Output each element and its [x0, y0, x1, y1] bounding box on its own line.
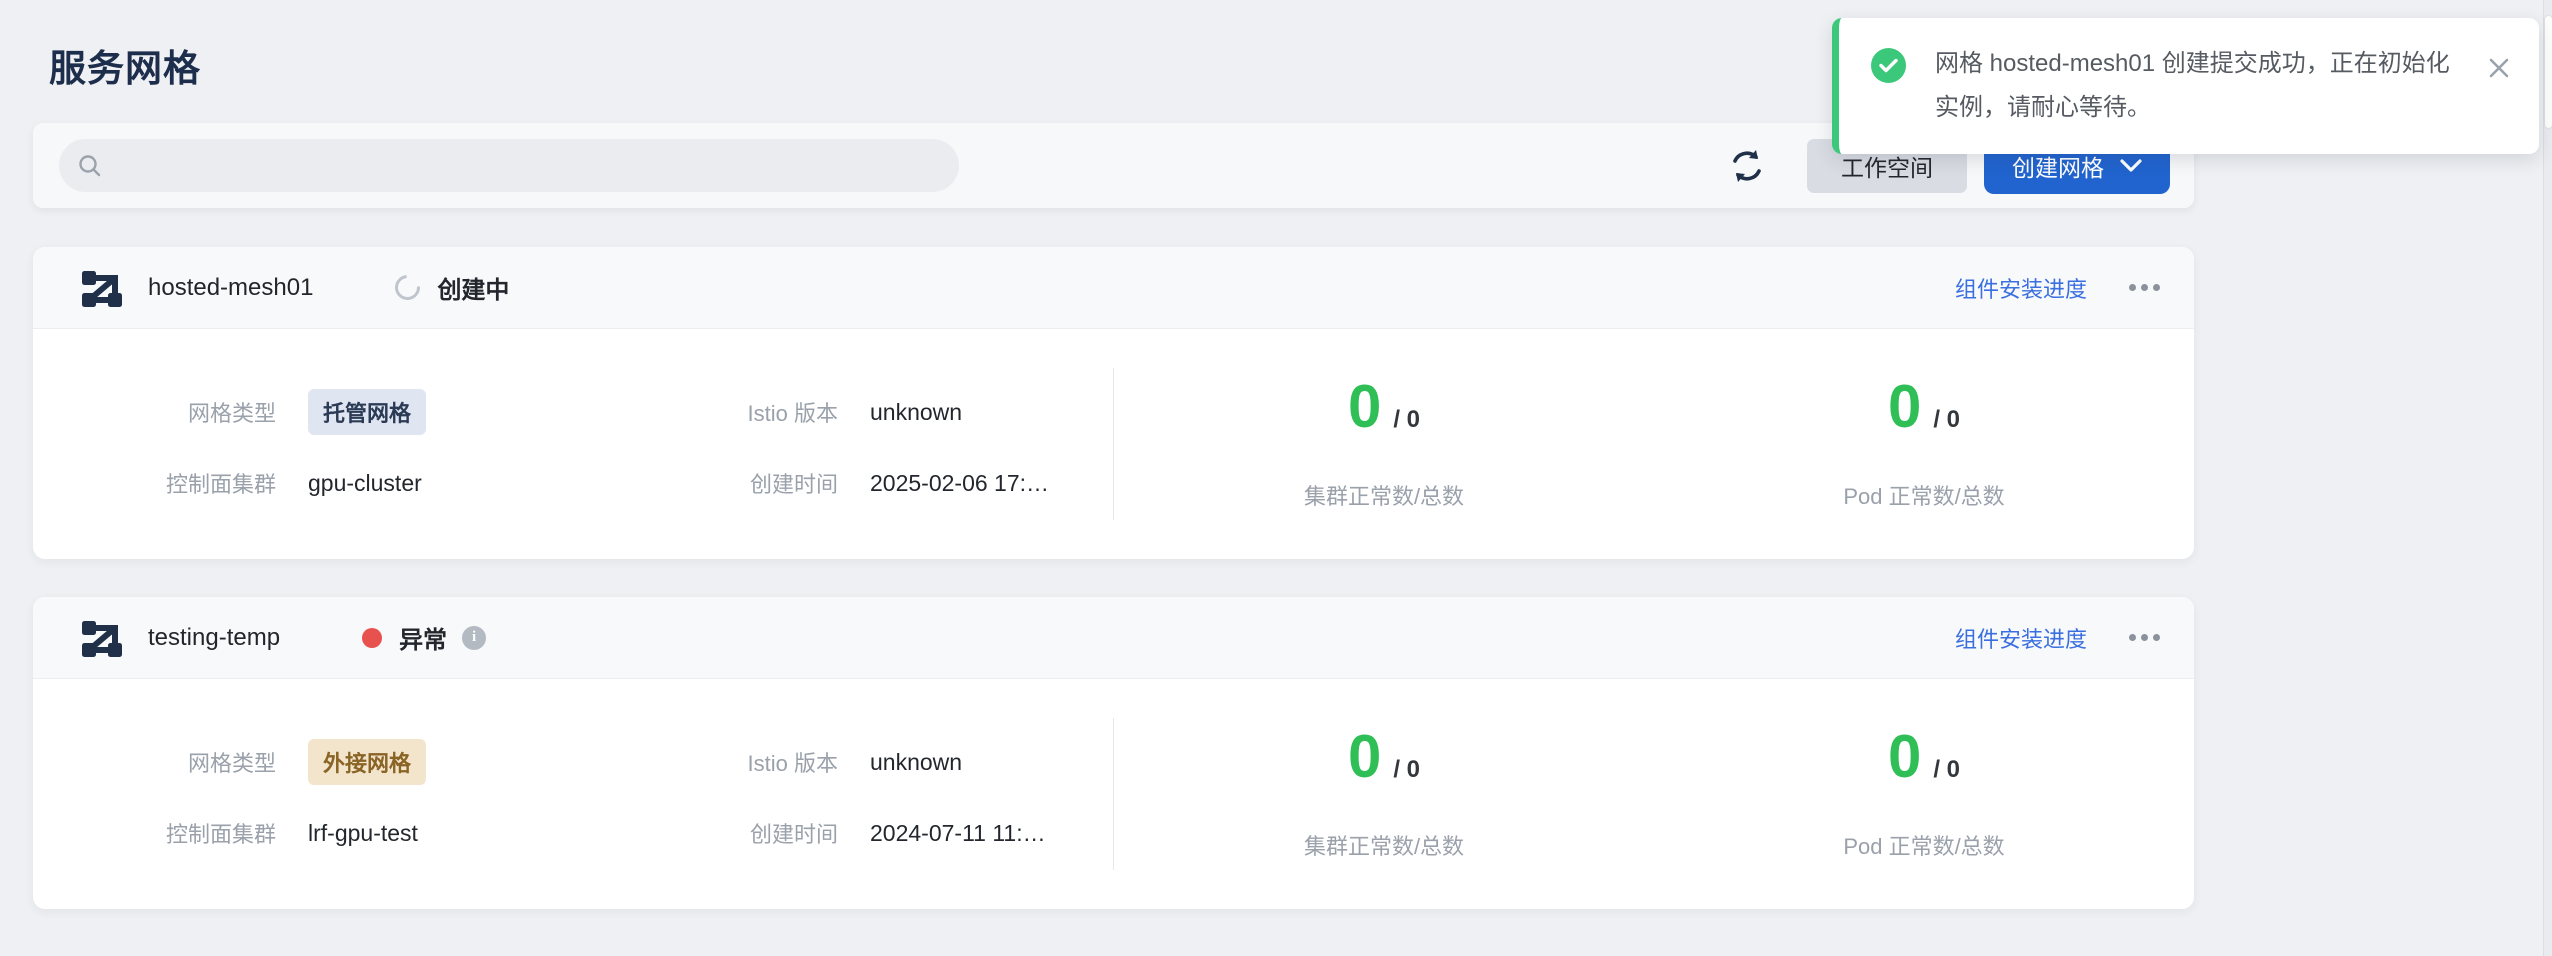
- refresh-button[interactable]: [1725, 144, 1769, 188]
- pod-stat: 0 / 0 Pod 正常数/总数: [1654, 727, 2194, 861]
- loading-spinner-icon: [390, 270, 425, 305]
- mesh-card-body: 网格类型 外接网格 Istio 版本 unknown 控制面集群 lrf-gpu…: [33, 679, 2194, 909]
- cluster-total-count: / 0: [1393, 406, 1420, 434]
- more-actions-icon[interactable]: [2127, 628, 2162, 647]
- status-text: 异常: [399, 620, 447, 655]
- mesh-card-header: hosted-mesh01 创建中 组件安装进度: [33, 247, 2194, 329]
- more-actions-icon[interactable]: [2127, 278, 2162, 297]
- mesh-stats: 0 / 0 集群正常数/总数 0 / 0 Pod 正常数/总数: [1114, 727, 2194, 861]
- istio-version-value: unknown: [870, 399, 1113, 426]
- mesh-type-label: 网格类型: [33, 746, 276, 778]
- created-time-label: 创建时间: [670, 467, 838, 499]
- created-time-value: 2025-02-06 17:…: [870, 470, 1113, 497]
- istio-version-label: Istio 版本: [670, 746, 838, 778]
- control-plane-cluster-value: lrf-gpu-test: [308, 820, 638, 847]
- control-plane-cluster-value: gpu-cluster: [308, 470, 638, 497]
- control-plane-cluster-label: 控制面集群: [33, 467, 276, 499]
- mesh-info: 网格类型 托管网格 Istio 版本 unknown 控制面集群 gpu-clu…: [33, 389, 1113, 499]
- mesh-card-hosted-mesh01: hosted-mesh01 创建中 组件安装进度 网格类型 托管网格 Istio…: [33, 247, 2194, 559]
- mesh-icon: [78, 615, 124, 661]
- pod-healthy-count: 0: [1888, 377, 1921, 437]
- pod-stat: 0 / 0 Pod 正常数/总数: [1654, 377, 2194, 511]
- mesh-status: 异常 i: [362, 620, 486, 655]
- mesh-type-badge: 外接网格: [308, 739, 426, 785]
- mesh-name[interactable]: testing-temp: [148, 624, 280, 652]
- istio-version-value: unknown: [870, 749, 1113, 776]
- created-time-value: 2024-07-11 11:…: [870, 820, 1113, 847]
- pod-stat-label: Pod 正常数/总数: [1843, 829, 2004, 861]
- cluster-stat-label: 集群正常数/总数: [1304, 479, 1464, 511]
- mesh-status: 创建中: [395, 270, 509, 305]
- search-input[interactable]: [115, 153, 941, 179]
- component-install-progress-link[interactable]: 组件安装进度: [1955, 272, 2087, 304]
- info-icon[interactable]: i: [462, 626, 486, 650]
- cluster-total-count: / 0: [1393, 756, 1420, 784]
- pod-total-count: / 0: [1933, 756, 1960, 784]
- scrollbar-thumb[interactable]: [2545, 16, 2552, 128]
- toast-message: 网格 hosted-mesh01 创建提交成功，正在初始化实例，请耐心等待。: [1935, 50, 2450, 121]
- cluster-stat: 0 / 0 集群正常数/总数: [1114, 727, 1654, 861]
- pod-total-count: / 0: [1933, 406, 1960, 434]
- mesh-icon: [78, 265, 124, 311]
- search-icon: [77, 153, 103, 179]
- mesh-stats: 0 / 0 集群正常数/总数 0 / 0 Pod 正常数/总数: [1114, 377, 2194, 511]
- cluster-stat-label: 集群正常数/总数: [1304, 829, 1464, 861]
- pod-stat-label: Pod 正常数/总数: [1843, 479, 2004, 511]
- mesh-card-testing-temp: testing-temp 异常 i 组件安装进度 网格类型 外接网格 Istio…: [33, 597, 2194, 909]
- error-dot-icon: [362, 628, 382, 648]
- search-box[interactable]: [59, 139, 959, 192]
- close-icon[interactable]: [2483, 52, 2515, 87]
- status-text: 创建中: [437, 270, 509, 305]
- mesh-card-body: 网格类型 托管网格 Istio 版本 unknown 控制面集群 gpu-clu…: [33, 329, 2194, 559]
- cluster-healthy-count: 0: [1348, 727, 1381, 787]
- refresh-icon: [1725, 144, 1769, 188]
- cluster-healthy-count: 0: [1348, 377, 1381, 437]
- mesh-type-label: 网格类型: [33, 396, 276, 428]
- success-toast: 网格 hosted-mesh01 创建提交成功，正在初始化实例，请耐心等待。: [1832, 18, 2539, 154]
- scrollbar-track[interactable]: [2543, 0, 2552, 956]
- component-install-progress-link[interactable]: 组件安装进度: [1955, 622, 2087, 654]
- mesh-name[interactable]: hosted-mesh01: [148, 274, 313, 302]
- mesh-type-badge: 托管网格: [308, 389, 426, 435]
- success-check-icon: [1871, 48, 1906, 83]
- created-time-label: 创建时间: [670, 817, 838, 849]
- istio-version-label: Istio 版本: [670, 396, 838, 428]
- control-plane-cluster-label: 控制面集群: [33, 817, 276, 849]
- cluster-stat: 0 / 0 集群正常数/总数: [1114, 377, 1654, 511]
- mesh-info: 网格类型 外接网格 Istio 版本 unknown 控制面集群 lrf-gpu…: [33, 739, 1113, 849]
- mesh-card-header: testing-temp 异常 i 组件安装进度: [33, 597, 2194, 679]
- pod-healthy-count: 0: [1888, 727, 1921, 787]
- chevron-down-icon: [2120, 159, 2142, 173]
